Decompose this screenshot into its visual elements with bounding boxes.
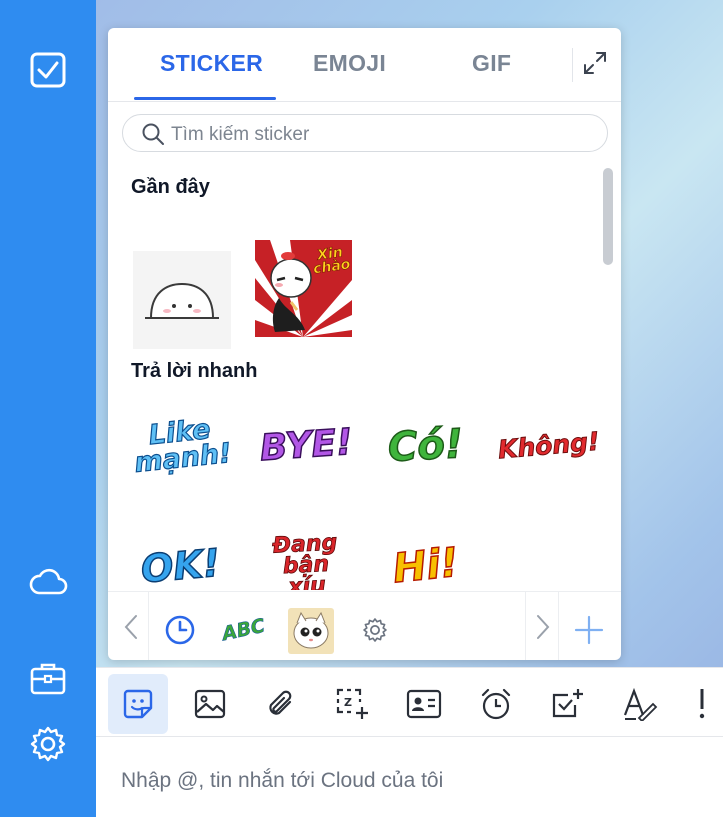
composer-toolbar: Z <box>96 667 723 737</box>
screenshot-icon[interactable]: Z <box>322 674 382 734</box>
contact-card-icon[interactable] <box>394 674 454 734</box>
footer-divider <box>558 592 559 660</box>
sticker-pack-abc[interactable]: ABC <box>220 610 268 650</box>
add-sticker-pack-icon[interactable] <box>573 614 605 646</box>
footer-divider <box>525 592 526 660</box>
sticker-dang-ban-xiu[interactable]: Đang bận xíu <box>256 516 356 590</box>
section-title-recent: Gần đây <box>131 176 210 198</box>
sticker-search-input[interactable]: Tìm kiếm sticker <box>122 114 608 152</box>
tab-sticker[interactable]: STICKER <box>160 50 263 77</box>
clock-icon[interactable] <box>162 612 198 648</box>
panel-tabs: STICKER EMOJI GIF <box>108 28 621 102</box>
sticker-recent-text: Xin chào <box>312 244 352 278</box>
left-rail <box>0 0 96 817</box>
search-placeholder: Tìm kiếm sticker <box>171 124 310 145</box>
sticker-co[interactable]: Có! <box>376 396 476 496</box>
urgent-icon[interactable] <box>682 674 722 734</box>
tab-emoji[interactable]: EMOJI <box>313 50 386 77</box>
cloud-icon[interactable] <box>28 561 68 601</box>
sticker-panel: STICKER EMOJI GIF Tìm kiếm sticker Gần đ… <box>108 28 621 660</box>
alarm-clock-icon[interactable] <box>466 674 526 734</box>
briefcase-icon[interactable] <box>28 658 68 698</box>
sticker-pack-bar: ABC <box>108 591 621 660</box>
svg-text:Z: Z <box>344 696 352 709</box>
sticker-icon[interactable] <box>108 674 168 734</box>
sticker-list: Gần đây Xin chào Trả lời nhanh Like mạnh… <box>108 164 608 590</box>
chevron-left-icon[interactable] <box>118 612 144 642</box>
checkbox-icon[interactable] <box>28 50 68 90</box>
active-tab-indicator <box>134 97 276 100</box>
sticker-like-manh[interactable]: Like mạnh! <box>131 396 233 496</box>
message-input[interactable]: Nhập @, tin nhắn tới Cloud của tôi <box>96 737 723 817</box>
sticker-hi[interactable]: Hi! <box>376 516 476 590</box>
sticker-pack-cat[interactable] <box>288 608 334 654</box>
sticker-ok[interactable]: OK! <box>131 516 231 590</box>
sticker-bye[interactable]: BYE! <box>256 396 356 496</box>
tab-gif[interactable]: GIF <box>472 50 511 77</box>
settings-gear-icon[interactable] <box>361 616 389 644</box>
image-icon[interactable] <box>180 674 240 734</box>
text-format-icon[interactable] <box>610 674 670 734</box>
sticker-recent-xin-chao[interactable]: Xin chào <box>255 240 352 337</box>
task-add-icon[interactable] <box>538 674 598 734</box>
sticker-recent-blob[interactable] <box>133 251 231 349</box>
attachment-icon[interactable] <box>251 674 311 734</box>
gear-icon[interactable] <box>28 724 68 764</box>
message-placeholder: Nhập @, tin nhắn tới Cloud của tôi <box>121 769 444 792</box>
search-icon <box>141 122 165 146</box>
footer-divider <box>148 592 149 660</box>
tab-divider <box>572 48 573 82</box>
chevron-right-icon[interactable] <box>530 612 556 642</box>
expand-icon[interactable] <box>582 50 610 78</box>
sticker-scrollbar[interactable] <box>603 168 613 265</box>
sticker-khong[interactable]: Không! <box>496 396 602 496</box>
section-title-quick-reply: Trả lời nhanh <box>131 360 258 382</box>
